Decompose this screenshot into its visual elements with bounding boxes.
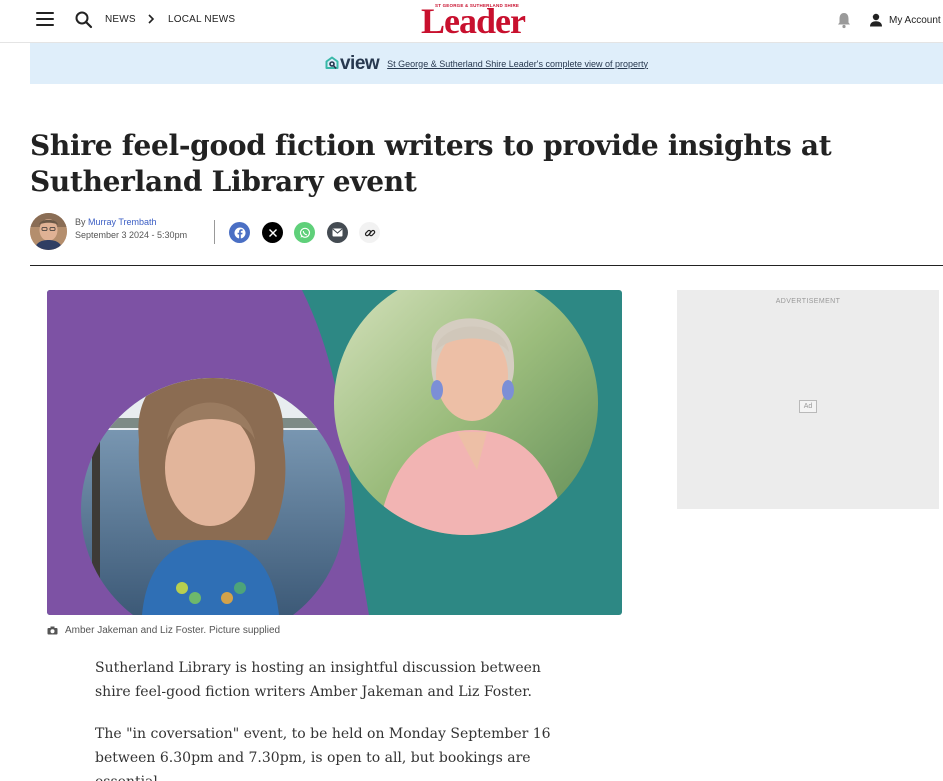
user-icon: [870, 13, 882, 27]
share-facebook-button[interactable]: [229, 222, 250, 243]
share-x-button[interactable]: [262, 222, 283, 243]
advertisement-slot[interactable]: ADVERTISEMENT Ad: [677, 290, 939, 509]
breadcrumb-local-news[interactable]: LOCAL NEWS: [168, 14, 235, 25]
site-header: NEWS LOCAL NEWS ST GEORGE & SUTHERLAND S…: [0, 0, 943, 43]
menu-icon[interactable]: [36, 12, 54, 26]
view-logo[interactable]: view: [325, 52, 380, 75]
property-banner: view St George & Sutherland Shire Leader…: [30, 43, 943, 84]
bell-icon[interactable]: [836, 11, 852, 29]
logo-main-text: Leader: [421, 1, 526, 41]
link-icon: [364, 229, 375, 236]
publish-date: September 3 2024 - 5:30pm: [75, 230, 188, 240]
share-whatsapp-button[interactable]: [294, 222, 315, 243]
byline: By Murray Trembath: [75, 217, 157, 227]
byline-prefix: By: [75, 217, 86, 227]
share-email-button[interactable]: [327, 222, 348, 243]
advertisement-label: ADVERTISEMENT: [775, 298, 841, 305]
facebook-icon: [234, 227, 245, 239]
breadcrumb-news[interactable]: NEWS: [105, 14, 136, 25]
search-icon[interactable]: [74, 10, 94, 30]
my-account-label: My Account: [889, 14, 941, 26]
article-headline: Shire feel-good fiction writers to provi…: [30, 129, 832, 198]
view-logo-text: view: [339, 52, 380, 74]
author-avatar[interactable]: [30, 213, 67, 250]
article-paragraph: Sutherland Library is hosting an insight…: [95, 660, 541, 700]
camera-icon: [47, 626, 58, 635]
ad-badge: Ad: [799, 400, 817, 413]
copy-link-button[interactable]: [359, 222, 380, 243]
caption-text: Amber Jakeman and Liz Foster. Picture su…: [65, 625, 281, 636]
site-logo[interactable]: ST GEORGE & SUTHERLAND SHIRE Leader: [421, 1, 555, 41]
my-account-button[interactable]: My Account: [869, 11, 941, 29]
property-banner-link[interactable]: St George & Sutherland Shire Leader's co…: [387, 59, 648, 69]
byline-divider: [214, 220, 215, 244]
x-icon: [268, 228, 277, 237]
header-rule: [30, 265, 943, 266]
hero-image[interactable]: [47, 290, 622, 615]
image-caption: Amber Jakeman and Liz Foster. Picture su…: [47, 625, 280, 636]
email-icon: [332, 228, 343, 237]
whatsapp-icon: [299, 227, 310, 238]
author-link[interactable]: Murray Trembath: [88, 217, 157, 227]
view-house-icon: [325, 56, 339, 70]
article-paragraph: The "in coversation" event, to be held o…: [95, 726, 551, 781]
chevron-right-icon: [148, 14, 155, 24]
